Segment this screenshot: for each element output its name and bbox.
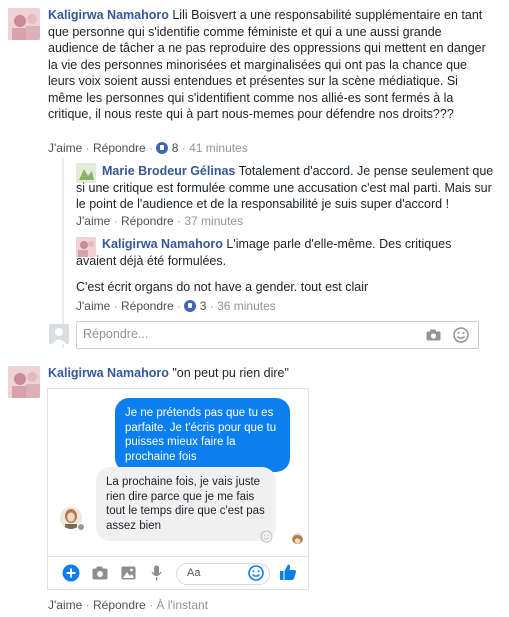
like-reaction-icon — [184, 300, 197, 312]
comment-body: Kaligirwa Namahoro "on peut pu rien dire… — [48, 365, 488, 382]
avatar[interactable] — [8, 8, 40, 40]
avatar-image — [8, 8, 40, 40]
user-silhouette-icon — [49, 324, 69, 344]
avatar[interactable] — [8, 366, 40, 398]
reply-text-block: Marie Brodeur Gélinas Totalement d'accor… — [76, 163, 496, 213]
emoji-icon[interactable] — [453, 327, 469, 343]
reply-author-link[interactable]: Marie Brodeur Gélinas — [102, 164, 235, 178]
comment-text: "on peut pu rien dire" — [172, 366, 289, 380]
reply-link[interactable]: Répondre — [93, 598, 146, 612]
microphone-icon[interactable] — [151, 565, 162, 581]
emoji-icon[interactable] — [248, 565, 264, 581]
reply-input-placeholder: Répondre... — [83, 327, 149, 341]
like-link[interactable]: J'aime — [48, 598, 82, 612]
attached-screenshot[interactable]: Je ne prétends pas que tu es parfaite. J… — [47, 388, 309, 590]
reply-timestamp[interactable]: 37 minutes — [184, 214, 243, 228]
like-link[interactable]: J'aime — [48, 141, 82, 155]
comment-body: Kaligirwa Namahoro Lili Boisvert a une r… — [48, 7, 493, 123]
camera-icon[interactable] — [426, 329, 441, 341]
camera-icon[interactable] — [92, 566, 108, 580]
comment-timestamp[interactable]: À l'instant — [156, 598, 208, 612]
comment-actions: J'aime · Répondre · 8 · 41 minutes — [48, 141, 248, 155]
reply-text-second: C'est écrit organs do not have a gender.… — [76, 280, 369, 294]
reply-text-block: Kaligirwa Namahoro L'image parle d'elle-… — [76, 236, 486, 269]
online-indicator-icon — [77, 523, 85, 531]
reply-input[interactable]: Répondre... — [76, 321, 479, 349]
reaction-count[interactable]: 3 — [200, 299, 207, 313]
comment-actions: J'aime · Répondre · À l'instant — [48, 598, 209, 612]
received-message-bubble: La prochaine fois, je vais juste rien di… — [96, 467, 276, 541]
thumbs-up-icon[interactable] — [279, 563, 297, 581]
reply-link[interactable]: Répondre — [121, 299, 174, 313]
like-link[interactable]: J'aime — [76, 299, 110, 313]
message-input-placeholder: Aa — [187, 567, 201, 579]
like-reaction-icon — [156, 142, 169, 154]
comment-text: Lili Boisvert a une responsabilité suppl… — [48, 8, 486, 121]
comment-timestamp[interactable]: 41 minutes — [189, 141, 248, 155]
messenger-toolbar: Aa — [48, 556, 308, 589]
current-user-avatar — [49, 324, 69, 344]
reaction-count[interactable]: 8 — [172, 141, 179, 155]
reply-author-link[interactable]: Kaligirwa Namahoro — [102, 237, 223, 251]
comment-author-link[interactable]: Kaligirwa Namahoro — [48, 8, 169, 22]
sent-message-bubble: Je ne prétends pas que tu es parfaite. J… — [115, 398, 290, 472]
avatar-image — [8, 366, 40, 398]
comment-author-link[interactable]: Kaligirwa Namahoro — [48, 366, 169, 380]
add-plus-icon[interactable] — [62, 564, 80, 582]
avatar-image — [292, 535, 303, 544]
reply-link[interactable]: Répondre — [93, 141, 146, 155]
like-link[interactable]: J'aime — [76, 214, 110, 228]
reply-actions: J'aime · Répondre · 3 · 36 minutes — [76, 299, 276, 313]
reply-actions: J'aime · Répondre · 37 minutes — [76, 214, 244, 228]
image-gallery-icon[interactable] — [121, 566, 136, 580]
thread-line — [62, 158, 64, 348]
reply-timestamp[interactable]: 36 minutes — [217, 299, 276, 313]
seen-avatar — [292, 533, 303, 544]
add-reaction-icon[interactable] — [260, 530, 273, 543]
reply-link[interactable]: Répondre — [121, 214, 174, 228]
